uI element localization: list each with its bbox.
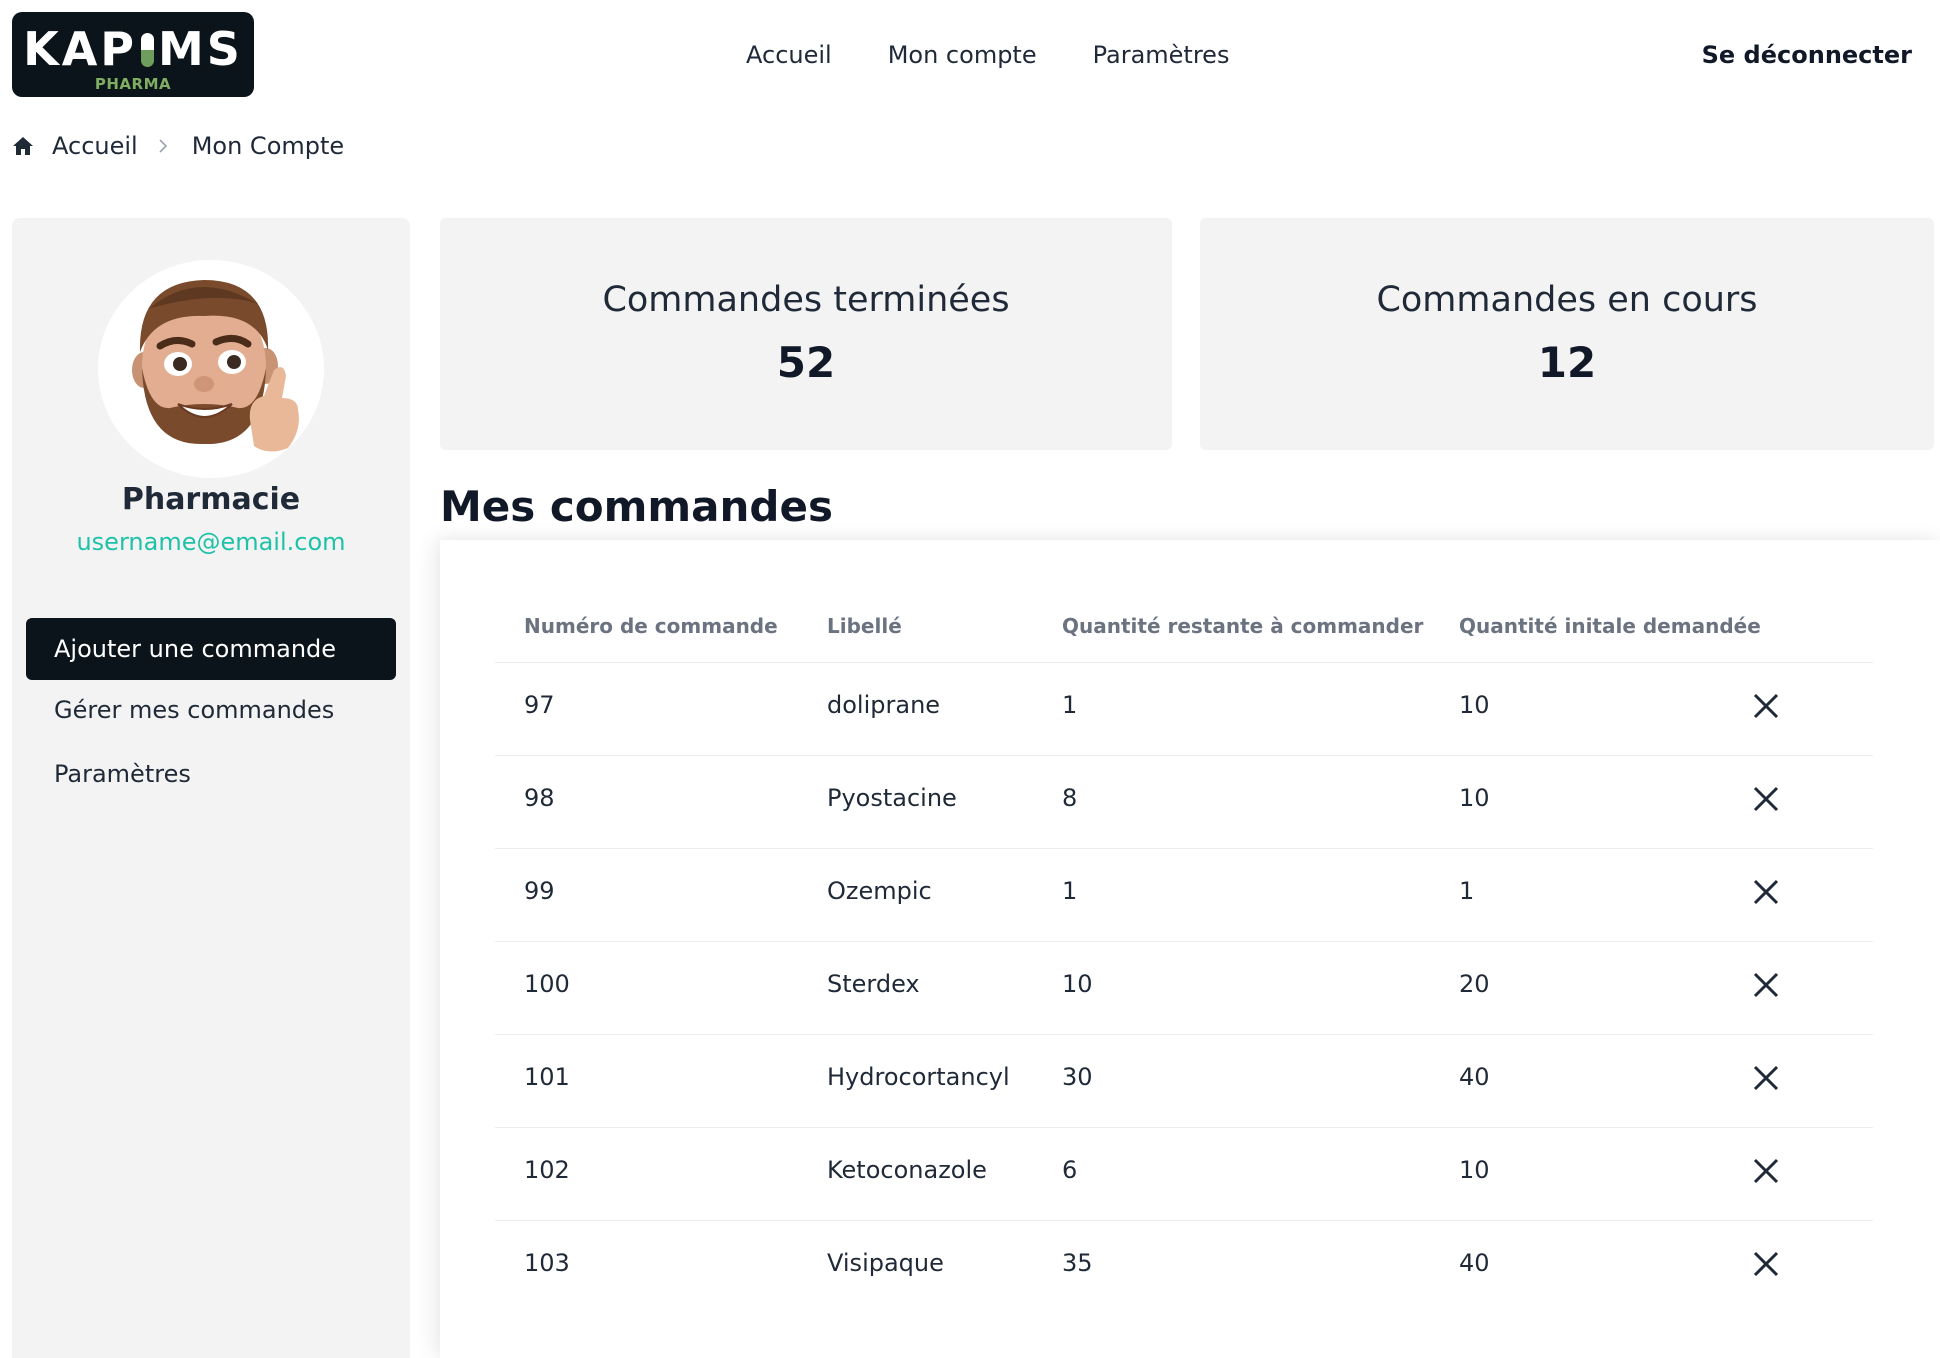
table-row: 98 Pyostacine 8 10: [495, 756, 1873, 849]
order-initial: 40: [1459, 1249, 1490, 1277]
order-number: 97: [524, 691, 555, 719]
brand-logo[interactable]: KAP MS PHARMA: [12, 12, 254, 97]
logo-subtitle: PHARMA: [94, 75, 172, 93]
logo-wordmark: KAP MS: [23, 22, 243, 76]
chevron-right-icon: [159, 139, 167, 153]
table-row: 101 Hydrocortancyl 30 40: [495, 1035, 1873, 1128]
order-remaining: 1: [1062, 877, 1078, 905]
sidebar-item-settings[interactable]: Paramètres: [54, 760, 191, 788]
stat-value: 12: [1537, 338, 1597, 387]
table-row: 100 Sterdex 10 20: [495, 942, 1873, 1035]
logout-link[interactable]: Se déconnecter: [1702, 38, 1912, 72]
stat-label: Commandes terminées: [602, 280, 1010, 320]
order-remaining: 10: [1062, 970, 1093, 998]
orders-table: Numéro de commande Libellé Quantité rest…: [440, 540, 1940, 1358]
stat-label: Commandes en cours: [1376, 280, 1758, 320]
order-remaining: 6: [1062, 1156, 1078, 1184]
order-label: doliprane: [827, 691, 941, 719]
order-label: Visipaque: [827, 1249, 944, 1277]
order-initial: 10: [1459, 784, 1490, 812]
table-header: Numéro de commande Libellé Quantité rest…: [495, 614, 1873, 663]
order-number: 100: [524, 970, 570, 998]
nav-parametres[interactable]: Paramètres: [1093, 38, 1230, 72]
order-label: Pyostacine: [827, 784, 957, 812]
order-number: 103: [524, 1249, 570, 1277]
stat-value: 52: [776, 338, 836, 387]
breadcrumb-home[interactable]: Accueil: [52, 132, 138, 160]
breadcrumb-current: Mon Compte: [191, 132, 345, 160]
close-icon[interactable]: [1751, 691, 1781, 721]
breadcrumb: Accueil Mon Compte: [12, 128, 344, 164]
order-initial: 20: [1459, 970, 1490, 998]
col-label: Libellé: [827, 614, 902, 638]
order-remaining: 35: [1062, 1249, 1093, 1277]
sidebar-item-manage-orders[interactable]: Gérer mes commandes: [54, 696, 334, 724]
order-label: Ketoconazole: [827, 1156, 987, 1184]
profile-email[interactable]: username@email.com: [12, 528, 410, 556]
table-row: 99 Ozempic 1 1: [495, 849, 1873, 942]
nav-mon-compte[interactable]: Mon compte: [888, 38, 1037, 72]
order-number: 101: [524, 1063, 570, 1091]
stat-card-completed: Commandes terminées 52: [440, 218, 1172, 450]
memoji-avatar-icon: [132, 280, 299, 452]
order-number: 98: [524, 784, 555, 812]
table-row: 97 doliprane 1 10: [495, 663, 1873, 756]
order-remaining: 8: [1062, 784, 1078, 812]
profile-sidebar: Pharmacie username@email.com Ajouter une…: [12, 218, 410, 1358]
orders-title: Mes commandes: [440, 482, 833, 531]
avatar: [98, 260, 324, 478]
nav-accueil[interactable]: Accueil: [746, 38, 832, 72]
order-initial: 10: [1459, 691, 1490, 719]
order-label: Hydrocortancyl: [827, 1063, 1010, 1091]
close-icon[interactable]: [1751, 1063, 1781, 1093]
pill-icon: [141, 33, 155, 67]
order-label: Ozempic: [827, 877, 932, 905]
order-label: Sterdex: [827, 970, 920, 998]
order-initial: 10: [1459, 1156, 1490, 1184]
table-row: 102 Ketoconazole 6 10: [495, 1128, 1873, 1221]
order-initial: 1: [1459, 877, 1475, 905]
col-initial-qty: Quantité initale demandée: [1459, 614, 1761, 638]
order-remaining: 30: [1062, 1063, 1093, 1091]
stat-card-in-progress: Commandes en cours 12: [1200, 218, 1934, 450]
close-icon[interactable]: [1751, 970, 1781, 1000]
order-number: 102: [524, 1156, 570, 1184]
close-icon[interactable]: [1751, 877, 1781, 907]
add-order-button[interactable]: Ajouter une commande: [26, 618, 396, 680]
order-number: 99: [524, 877, 555, 905]
order-remaining: 1: [1062, 691, 1078, 719]
home-icon[interactable]: [12, 135, 34, 157]
close-icon[interactable]: [1751, 1156, 1781, 1186]
close-icon[interactable]: [1751, 1249, 1781, 1279]
table-row: 103 Visipaque 35 40: [495, 1221, 1873, 1313]
close-icon[interactable]: [1751, 784, 1781, 814]
main-nav: Accueil Mon compte Paramètres: [746, 38, 1229, 72]
col-order-number: Numéro de commande: [524, 614, 778, 638]
col-remaining-qty: Quantité restante à commander: [1062, 614, 1424, 638]
profile-name: Pharmacie: [121, 482, 301, 517]
order-initial: 40: [1459, 1063, 1490, 1091]
